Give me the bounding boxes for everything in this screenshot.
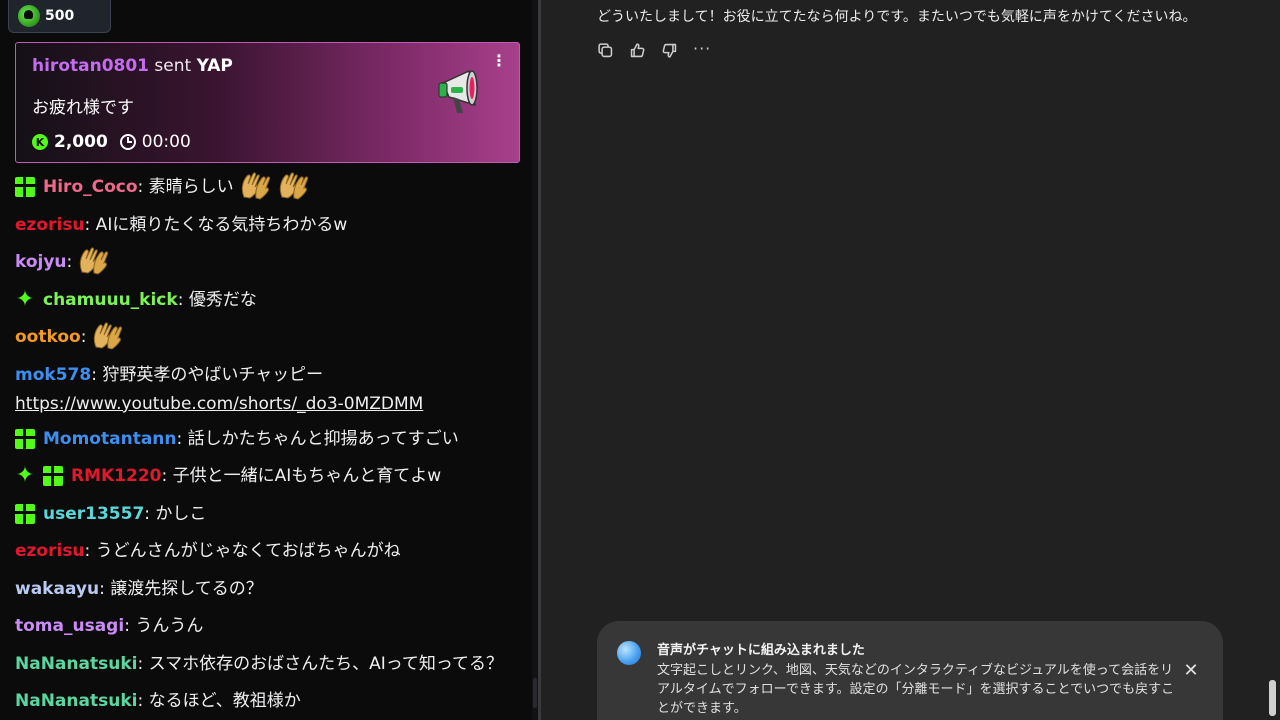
thumbs-down-icon[interactable] bbox=[661, 42, 678, 59]
yap-sent-word: sent bbox=[154, 56, 192, 76]
chat-message-list: Hiro_Coco: 素晴らしい ezorisu: AIに頼りたくなる気持ちわかる… bbox=[15, 168, 525, 720]
chat-text: 話しかたちゃんと抑揚あってすごい bbox=[182, 428, 459, 449]
yap-message: お疲れ様です bbox=[32, 98, 134, 118]
chat-text: 狩野英孝のやばいチャッピー bbox=[96, 364, 324, 385]
chat-message: NaNanatsuki: スマホ依存のおばさんたち、AIって知ってる？ bbox=[15, 645, 525, 683]
chat-text: かしこ bbox=[150, 503, 207, 524]
chat-username[interactable]: NaNanatsuki bbox=[15, 651, 137, 677]
yap-header: hirotan0801 sent YAP bbox=[32, 56, 233, 76]
chat-message: ezorisu: AIに頼りたくなる気持ちわかるw bbox=[15, 206, 525, 244]
yap-sender[interactable]: hirotan0801 bbox=[32, 56, 149, 76]
clapping-hands-emote-icon[interactable] bbox=[238, 170, 272, 200]
chat-separator: : bbox=[80, 327, 87, 347]
yap-options-button[interactable]: ⋮ bbox=[491, 53, 507, 69]
chat-username[interactable]: wakaayu bbox=[15, 576, 99, 602]
chat-username[interactable]: RMK1220 bbox=[71, 463, 162, 489]
voice-orb-icon bbox=[617, 641, 641, 665]
gift-badge-icon bbox=[15, 503, 35, 524]
chat-text: うどんさんがじゃなくておばちゃんがね bbox=[90, 541, 401, 561]
chat-message: user13557: かしこ bbox=[15, 495, 525, 533]
yap-item-name: YAP bbox=[196, 56, 233, 76]
sparkle-badge-icon: ✦ bbox=[15, 463, 35, 488]
assistant-scrollbar-thumb[interactable] bbox=[1269, 680, 1276, 716]
gift-amount: 500 bbox=[45, 8, 75, 24]
chat-message: ezorisu: うどんさんがじゃなくておばちゃんがね bbox=[15, 532, 525, 570]
chat-text: 子供と一緒にAIもちゃんと育てよw bbox=[167, 466, 442, 486]
pinned-yap-card[interactable]: hirotan0801 sent YAP お疲れ様です K 2,000 00:0… bbox=[15, 42, 520, 163]
gift-badge-icon bbox=[15, 428, 35, 449]
clapping-hands-emote-icon[interactable] bbox=[276, 170, 310, 200]
megaphone-icon bbox=[438, 69, 478, 113]
chat-username[interactable]: user13557 bbox=[43, 501, 144, 527]
chat-text: 譲渡先探してるの？ bbox=[104, 578, 263, 599]
chat-text: 素晴らしい bbox=[143, 177, 234, 197]
clock-icon bbox=[119, 134, 136, 150]
chat-username[interactable]: NaNanatsuki bbox=[15, 688, 137, 714]
chat-username[interactable]: ootkoo bbox=[15, 324, 81, 350]
yap-cost: 2,000 bbox=[54, 132, 108, 152]
gift-leaderboard-pill[interactable]: 500 bbox=[8, 0, 111, 33]
chat-username[interactable]: ezorisu bbox=[15, 538, 85, 564]
voice-integration-toast: 音声がチャットに組み込まれました 文字起こしとリンク、地図、天気などのインタラク… bbox=[597, 621, 1223, 720]
chat-message: wakaayu: 譲渡先探してるの？ bbox=[15, 570, 525, 608]
chat-message: mok578: 狩野英孝のやばいチャッピー https://www.youtube… bbox=[15, 356, 525, 420]
sparkle-badge-icon: ✦ bbox=[15, 286, 35, 312]
chat-text: うんうん bbox=[129, 616, 204, 636]
chat-username[interactable]: kojyu bbox=[15, 249, 67, 275]
thumbs-up-icon[interactable] bbox=[629, 42, 646, 59]
chat-username[interactable]: mok578 bbox=[15, 362, 91, 388]
chat-username[interactable]: Hiro_Coco bbox=[43, 174, 138, 200]
chat-separator: : bbox=[66, 252, 73, 272]
chat-message: Momotantann: 話しかたちゃんと抑揚あってすごい bbox=[15, 420, 525, 458]
chat-username[interactable]: toma_usagi bbox=[15, 613, 124, 639]
gifter-avatar-icon bbox=[18, 5, 40, 27]
toast-body: 文字起こしとリンク、地図、天気などのインタラクティブなビジュアルを使って会話をリ… bbox=[657, 663, 1175, 716]
yap-duration: 00:00 bbox=[141, 132, 191, 152]
chat-panel: 500 hirotan0801 sent YAP お疲れ様です K 2,000 … bbox=[0, 0, 532, 720]
chat-username[interactable]: ezorisu bbox=[15, 212, 85, 238]
toast-title: 音声がチャットに組み込まれました bbox=[657, 643, 865, 658]
clapping-hands-emote-icon[interactable] bbox=[90, 320, 124, 350]
chat-message: ✦ chamuuu_kick: 優秀だな bbox=[15, 281, 525, 319]
chat-message: ✦ RMK1220: 子供と一緒にAIもちゃんと育てよw bbox=[15, 457, 525, 495]
chat-text: スマホ依存のおばさんたち、AIって知ってる？ bbox=[143, 653, 504, 674]
chat-message: NaNanatsuki: なるほど、教祖様か bbox=[15, 682, 525, 720]
chat-text: AIに頼りたくなる気持ちわかるw bbox=[90, 214, 348, 235]
kick-coin-icon: K bbox=[32, 134, 48, 150]
assistant-reply-text: どういたしまして！お役に立てたなら何よりです。またいつでも気軽に声をかけてくださ… bbox=[597, 9, 1197, 25]
chat-text: 優秀だな bbox=[183, 289, 257, 310]
chat-scrollbar-thumb[interactable] bbox=[533, 678, 537, 708]
chat-message: ootkoo: bbox=[15, 318, 525, 356]
chat-message: Hiro_Coco: 素晴らしい bbox=[15, 168, 525, 206]
chat-username[interactable]: chamuuu_kick bbox=[43, 287, 178, 313]
toast-close-icon[interactable]: ✕ bbox=[1181, 661, 1201, 681]
chat-text: なるほど、教祖様か bbox=[143, 691, 301, 711]
chat-message: kojyu: bbox=[15, 243, 525, 281]
more-icon[interactable]: ··· bbox=[693, 41, 710, 59]
copy-icon[interactable] bbox=[597, 42, 614, 59]
chat-link[interactable]: https://www.youtube.com/shorts/_do3-0MZD… bbox=[15, 391, 525, 417]
chat-message: toma_usagi: うんうん bbox=[15, 607, 525, 645]
screen: 500 hirotan0801 sent YAP お疲れ様です K 2,000 … bbox=[0, 0, 1280, 720]
assistant-panel: どういたしまして！お役に立てたなら何よりです。またいつでも気軽に声をかけてくださ… bbox=[541, 0, 1280, 720]
clapping-hands-emote-icon[interactable] bbox=[76, 245, 110, 275]
yap-meta: K 2,000 00:00 bbox=[32, 132, 191, 152]
gift-badge-icon bbox=[43, 466, 63, 486]
reply-actions: ··· bbox=[597, 41, 710, 59]
chat-username[interactable]: Momotantann bbox=[43, 426, 177, 452]
gift-badge-icon bbox=[15, 177, 35, 197]
